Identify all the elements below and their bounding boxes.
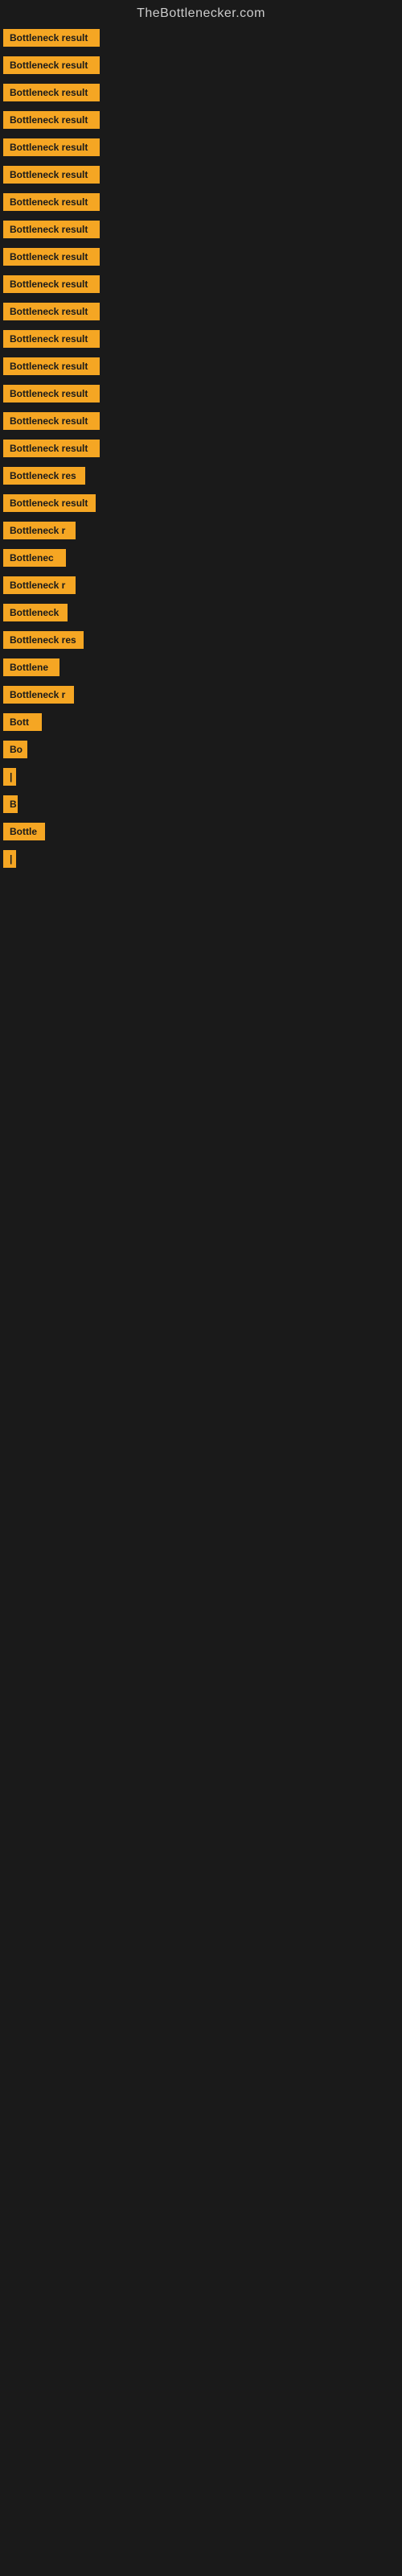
list-item: Bottleneck result bbox=[0, 325, 402, 353]
bottleneck-badge: Bottleneck result bbox=[3, 303, 100, 320]
site-title: TheBottlenecker.com bbox=[0, 0, 402, 24]
list-item: Bottleneck res bbox=[0, 462, 402, 489]
list-item: Bottleneck result bbox=[0, 243, 402, 270]
bottleneck-badge: Bottleneck result bbox=[3, 330, 100, 348]
bottleneck-badge: Bottleneck result bbox=[3, 440, 100, 457]
list-item: Bottleneck result bbox=[0, 106, 402, 134]
list-item: Bottle bbox=[0, 818, 402, 845]
list-item: Bo bbox=[0, 736, 402, 763]
bottleneck-badge: Bottleneck result bbox=[3, 166, 100, 184]
bottleneck-badge: Bottle bbox=[3, 823, 45, 840]
rows-container: Bottleneck result Bottleneck result Bottle… bbox=[0, 24, 402, 873]
bottleneck-badge: Bottlene bbox=[3, 658, 59, 676]
list-item: Bottleneck result bbox=[0, 298, 402, 325]
list-item: Bottleneck result bbox=[0, 435, 402, 462]
list-item: Bottleneck result bbox=[0, 52, 402, 79]
bottleneck-badge: | bbox=[3, 768, 16, 786]
list-item: Bottlene bbox=[0, 654, 402, 681]
list-item: Bottleneck result bbox=[0, 161, 402, 188]
list-item: | bbox=[0, 845, 402, 873]
list-item: | bbox=[0, 763, 402, 791]
list-item: Bottleneck result bbox=[0, 270, 402, 298]
bottleneck-badge: Bottleneck result bbox=[3, 412, 100, 430]
bottleneck-badge: Bottleneck result bbox=[3, 494, 96, 512]
list-item: Bottleneck result bbox=[0, 188, 402, 216]
bottleneck-badge: Bottleneck result bbox=[3, 193, 100, 211]
list-item: Bottlenec bbox=[0, 544, 402, 572]
bottleneck-badge: Bottleneck result bbox=[3, 248, 100, 266]
bottleneck-badge: Bo bbox=[3, 741, 27, 758]
list-item: Bott bbox=[0, 708, 402, 736]
list-item: Bottleneck result bbox=[0, 489, 402, 517]
list-item: Bottleneck result bbox=[0, 216, 402, 243]
list-item: Bottleneck result bbox=[0, 407, 402, 435]
bottleneck-badge: Bottlenec bbox=[3, 549, 66, 567]
bottleneck-badge: Bottleneck bbox=[3, 604, 68, 621]
bottleneck-badge: Bottleneck result bbox=[3, 29, 100, 47]
bottleneck-badge: | bbox=[3, 850, 16, 868]
bottleneck-badge: Bott bbox=[3, 713, 42, 731]
list-item: Bottleneck r bbox=[0, 572, 402, 599]
bottleneck-badge: Bottleneck r bbox=[3, 522, 76, 539]
bottleneck-badge: Bottleneck result bbox=[3, 221, 100, 238]
bottleneck-badge: Bottleneck result bbox=[3, 56, 100, 74]
bottleneck-badge: Bottleneck result bbox=[3, 385, 100, 402]
list-item: Bottleneck r bbox=[0, 517, 402, 544]
page-wrapper: TheBottlenecker.com Bottleneck resultBot… bbox=[0, 0, 402, 873]
list-item: Bottleneck bbox=[0, 599, 402, 626]
list-item: Bottleneck result bbox=[0, 134, 402, 161]
bottleneck-badge: Bottleneck r bbox=[3, 686, 74, 704]
bottleneck-badge: Bottleneck r bbox=[3, 576, 76, 594]
bottleneck-badge: Bottleneck result bbox=[3, 84, 100, 101]
list-item: Bottleneck result bbox=[0, 380, 402, 407]
list-item: B bbox=[0, 791, 402, 818]
list-item: Bottleneck res bbox=[0, 626, 402, 654]
bottleneck-badge: Bottleneck result bbox=[3, 111, 100, 129]
bottleneck-badge: Bottleneck res bbox=[3, 467, 85, 485]
bottleneck-badge: Bottleneck res bbox=[3, 631, 84, 649]
list-item: Bottleneck result bbox=[0, 79, 402, 106]
bottleneck-badge: Bottleneck result bbox=[3, 357, 100, 375]
bottleneck-badge: Bottleneck result bbox=[3, 138, 100, 156]
bottleneck-badge: Bottleneck result bbox=[3, 275, 100, 293]
list-item: Bottleneck result bbox=[0, 353, 402, 380]
list-item: Bottleneck r bbox=[0, 681, 402, 708]
bottleneck-badge: B bbox=[3, 795, 18, 813]
list-item: Bottleneck result bbox=[0, 24, 402, 52]
